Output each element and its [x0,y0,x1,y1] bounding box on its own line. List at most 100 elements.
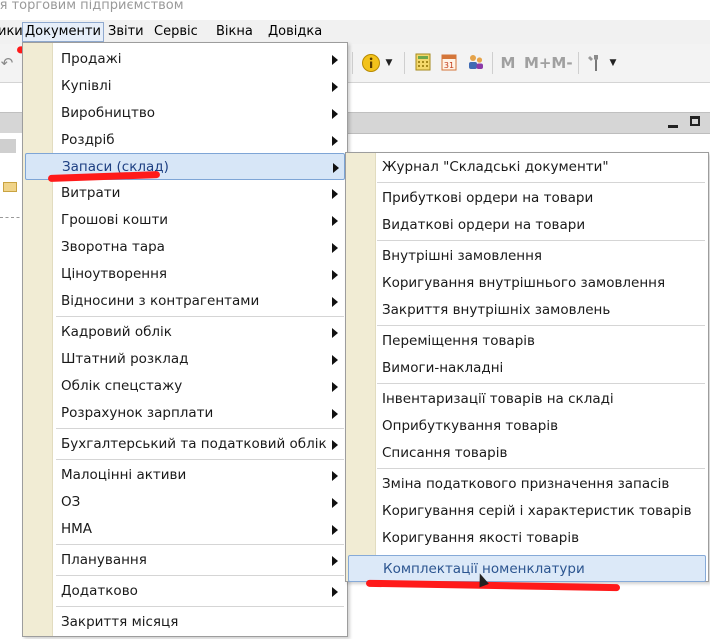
memory-minus-button[interactable]: M- [551,53,573,73]
menu-item-fixed-assets[interactable]: ОЗ [25,489,345,516]
menu-item-label: Продажі [61,51,122,67]
submenu-arrow-icon [332,243,338,253]
tools-icon[interactable] [586,53,606,73]
submenu-item-label: Оприбуткування товарів [382,418,559,434]
submenu-item-label: Списання товарів [382,445,508,461]
menu-item-label: Виробництво [61,105,156,121]
submenu-item-receipt-orders[interactable]: Прибуткові ордери на товари [348,185,706,212]
submenu-item-goods-posting[interactable]: Оприбуткування товарів [348,413,706,440]
submenu-arrow-icon [332,216,338,226]
menu-item-pricing[interactable]: Ціноутворення [25,261,345,288]
menu-item-label: Ціноутворення [61,266,168,282]
window-title: ія торговим підприємством [0,0,184,13]
documents-dropdown-menu: Продажі Купівлі Виробництво Роздріб Запа… [22,42,348,637]
filter-icon[interactable] [0,139,16,153]
users-icon[interactable] [466,53,486,73]
menu-item-label: Зворотна тара [61,239,165,255]
submenu-arrow-icon [332,189,338,199]
toolbar-separator [404,52,405,74]
submenu-item-tax-purpose-change[interactable]: Зміна податкового призначення запасів [348,471,706,498]
calculator-icon[interactable] [414,53,432,73]
menu-item-hr[interactable]: Кадровий облік [25,319,345,346]
submenu-item-label: Коригування внутрішнього замовлення [382,275,666,291]
toolbar-separator [578,52,579,74]
submenu-arrow-icon [332,270,338,280]
submenu-item-quality-adjustment[interactable]: Коригування якості товарів [348,525,706,552]
menu-item-intangible-assets[interactable]: НМА [25,516,345,543]
submenu-item-internal-orders[interactable]: Внутрішні замовлення [348,243,706,270]
submenu-arrow-icon [332,556,338,566]
submenu-item-series-adjustment[interactable]: Коригування серій і характеристик товарі… [348,498,706,525]
menu-item-label: Бухгалтерський та податковий облік [61,436,327,452]
menu-item-additional[interactable]: Додатково [25,578,345,605]
menu-item-cash[interactable]: Грошові кошти [25,207,345,234]
submenu-item-write-off[interactable]: Списання товарів [348,440,706,467]
menu-item-label: Витрати [61,185,121,201]
submenu-item-nomenclature-kits[interactable]: Комплектації номенклатури [348,555,706,582]
menu-item-accounting[interactable]: Бухгалтерський та податковий облік [25,431,345,458]
menu-item-planning[interactable]: Планування [25,547,345,574]
menu-item-label: Штатний розклад [61,351,189,367]
menu-item-label: Купівлі [61,78,112,94]
menu-item-returnable-packaging[interactable]: Зворотна тара [25,234,345,261]
submenu-arrow-icon [332,525,338,535]
menu-item-production[interactable]: Виробництво [25,100,345,127]
menu-separator [56,459,344,460]
menu-item-month-closing[interactable]: Закриття місяця [25,609,345,636]
submenu-item-issue-orders[interactable]: Видаткові ордери на товари [348,212,706,239]
menu-item-counterparties[interactable]: Відносини з контрагентами [25,288,345,315]
memory-button[interactable]: M [500,53,516,73]
menu-item-retail[interactable]: Роздріб [25,127,345,154]
calendar-icon[interactable]: 31 [440,53,458,73]
menu-item-expenses[interactable]: Витрати [25,180,345,207]
menu-separator [377,468,705,469]
submenu-item-goods-transfer[interactable]: Переміщення товарів [348,328,706,355]
submenu-arrow-icon [332,471,338,481]
minimize-icon[interactable] [668,125,678,128]
submenu-item-label: Прибуткові ордери на товари [382,190,594,206]
submenu-item-label: Зміна податкового призначення запасів [382,476,670,492]
submenu-item-internal-order-adjustment[interactable]: Коригування внутрішнього замовлення [348,270,706,297]
menu-item-sales[interactable]: Продажі [25,46,345,73]
info-icon[interactable] [360,53,382,73]
menubar-item-windows[interactable]: Вікна [214,22,255,42]
chevron-down-icon[interactable]: ▼ [384,53,394,73]
menu-separator [56,606,344,607]
submenu-arrow-icon [332,55,338,65]
menu-separator [377,325,705,326]
undo-icon[interactable]: ↶ [0,53,14,73]
menubar-item-service[interactable]: Сервіс [152,22,200,42]
submenu-item-requisitions[interactable]: Вимоги-накладні [348,355,706,382]
stock-submenu: Журнал "Складські документи" Прибуткові … [345,152,709,582]
submenu-item-inventory[interactable]: Інвентаризації товарів на складі [348,386,706,413]
memory-plus-button[interactable]: M+ [524,53,552,73]
submenu-item-label: Журнал "Складські документи" [382,159,609,175]
submenu-item-stock-journal[interactable]: Журнал "Складські документи" [348,154,706,181]
submenu-item-label: Інвентаризації товарів на складі [382,391,614,407]
menubar-item-reports[interactable]: Звіти [106,22,146,42]
chevron-down-icon[interactable]: ▼ [608,53,618,73]
menu-separator [56,575,344,576]
menu-item-purchases[interactable]: Купівлі [25,73,345,100]
submenu-arrow-icon [332,409,338,419]
menu-item-label: Планування [61,552,147,568]
submenu-arrow-icon [332,587,338,597]
menu-separator [56,316,344,317]
menubar-item-documents[interactable]: Документи [22,22,104,42]
maximize-icon[interactable] [690,116,700,126]
sort-icon[interactable] [3,182,17,192]
submenu-item-internal-order-closing[interactable]: Закриття внутрішніх замовлень [348,297,706,324]
menu-separator [377,182,705,183]
submenu-arrow-icon [332,109,338,119]
menu-item-payroll[interactable]: Розрахунок зарплати [25,400,345,427]
menu-item-special-seniority[interactable]: Облік спецстажу [25,373,345,400]
submenu-arrow-icon [332,328,338,338]
menubar-item-help[interactable]: Довідка [266,22,324,42]
menu-item-label: Закриття місяця [61,614,179,630]
menu-item-low-value-assets[interactable]: Малоцінні активи [25,462,345,489]
submenu-arrow-icon [332,297,338,307]
menu-item-label: Грошові кошти [61,212,169,228]
menu-item-staffing[interactable]: Штатний розклад [25,346,345,373]
submenu-arrow-icon [332,440,338,450]
menu-separator [56,544,344,545]
